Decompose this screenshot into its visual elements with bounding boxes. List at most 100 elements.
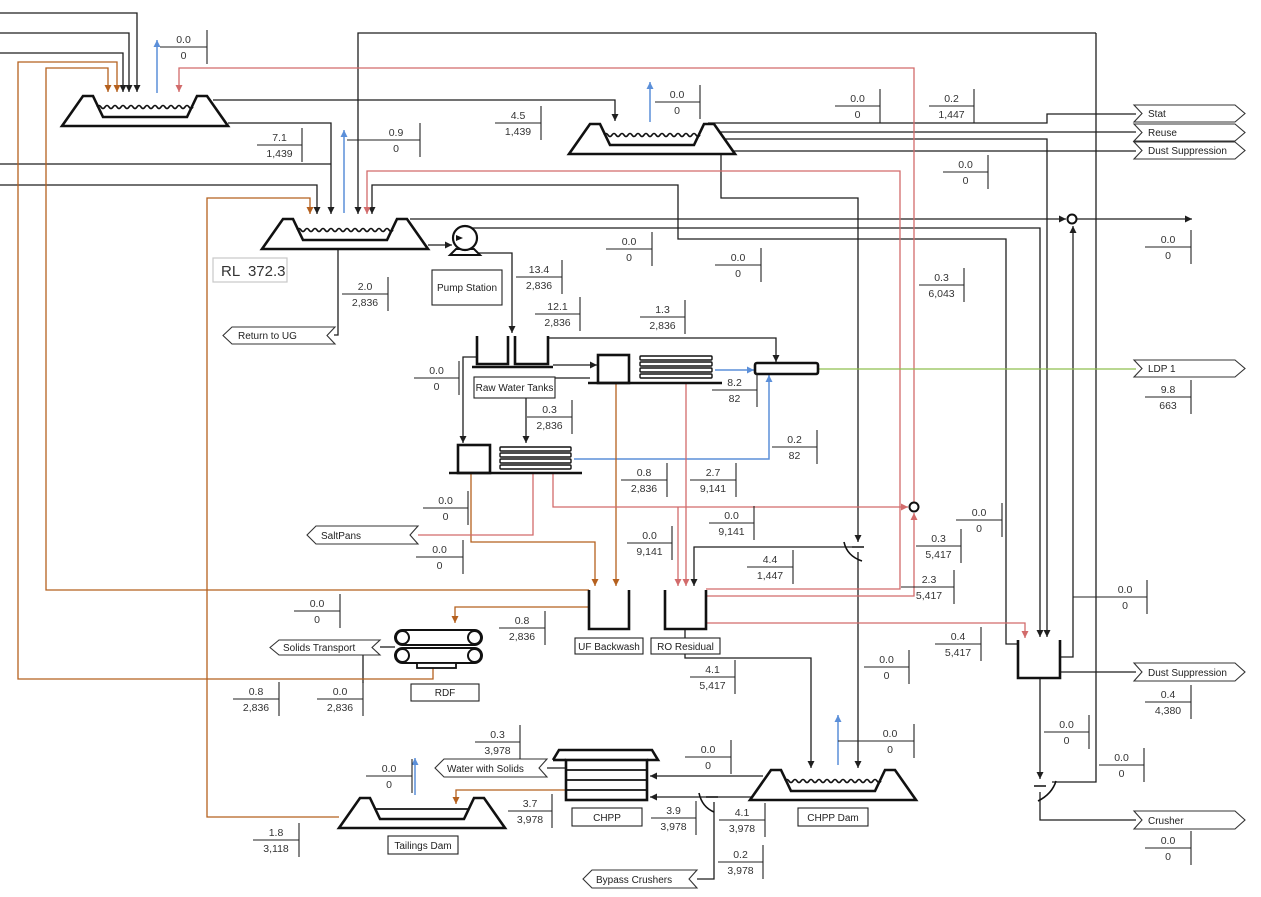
rdf-label: RDF	[410, 683, 480, 702]
water-pipe	[708, 113, 1136, 124]
flow-label: 2.7 9,141	[690, 463, 737, 497]
flow-label-lower-value: 5,417	[699, 680, 725, 692]
flow-label-lower-value: 3,978	[484, 745, 510, 757]
rdf-conveyor-icon	[394, 629, 483, 669]
flow-label-upper-value: 0.8	[515, 615, 530, 627]
water-pipe	[1052, 33, 1097, 783]
flow-label-upper-value: 0.0	[382, 763, 397, 775]
flow-label: 0.0 9,141	[627, 526, 673, 560]
flow-label-upper-value: 0.0	[432, 544, 447, 556]
outlet-crusher: Crusher	[1132, 810, 1246, 830]
flow-label: 0.00	[416, 540, 464, 574]
brine-pipe	[418, 473, 534, 536]
flow-label-upper-value: 4.5	[511, 110, 526, 122]
flow-label-lower-value: 0	[1122, 600, 1128, 612]
outlet-stat: Stat	[1132, 104, 1246, 123]
flow-label-lower-value: 1,447	[938, 109, 964, 121]
flow-label-upper-value: 0.0	[310, 598, 325, 610]
flow-label-lower-value: 1,439	[505, 126, 531, 138]
flow-label-lower-value: 0	[314, 614, 320, 626]
outlet-water-with-solids-text: Water with Solids	[447, 764, 524, 775]
flow-label-lower-value: 0	[1165, 851, 1171, 863]
water-pipe	[459, 356, 477, 443]
flow-label: 0.3 6,043	[919, 268, 965, 302]
flow-label: 0.00	[1099, 748, 1145, 782]
flow-label-upper-value: 0.0	[724, 510, 739, 522]
flow-label-upper-value: 0.2	[787, 434, 802, 446]
sludge-pipe	[206, 197, 339, 818]
flow-label: 4.4 1,447	[747, 550, 794, 584]
outlet-return-to-ug-text: Return to UG	[238, 331, 297, 342]
flow-label: 2.3 5,417	[901, 570, 955, 604]
water-pipe	[1039, 792, 1136, 821]
flow-label-lower-value: 5,417	[945, 647, 971, 659]
flow-label-upper-value: 0.3	[934, 272, 949, 284]
flow-label-lower-value: 82	[729, 393, 741, 405]
flow-label-lower-value: 0	[976, 523, 982, 535]
outlet-dust-suppression-bottom: Dust Suppression	[1132, 662, 1246, 682]
water-pipe	[334, 248, 339, 336]
flow-label-upper-value: 0.0	[850, 93, 865, 105]
flow-label-lower-value: 0	[855, 109, 861, 121]
process-water-tank-icon	[1016, 640, 1062, 680]
flow-label-upper-value: 4.1	[735, 807, 750, 819]
ro-residual-label: RO Residual	[650, 637, 721, 655]
flow-label-lower-value: 663	[1159, 400, 1177, 412]
flow-label-lower-value: 6,043	[928, 288, 954, 300]
flow-label-lower-value: 3,978	[660, 821, 686, 833]
valve-icon	[843, 541, 864, 562]
flow-label-lower-value: 0	[1119, 768, 1125, 780]
outlet-crusher-text: Crusher	[1148, 816, 1184, 827]
flow-label: 0.00	[655, 85, 701, 119]
flow-label-lower-value: 0	[963, 175, 969, 187]
sludge-pipe	[17, 61, 434, 680]
rl-elevation-label: RL 372.3	[212, 257, 288, 283]
water-balance-flow-diagram: RL 372.3 Pump Station Raw Water Tanks UF…	[0, 12, 1246, 889]
flow-label-lower-value: 2,836	[509, 631, 535, 643]
brine-pipe	[363, 170, 901, 590]
flow-label-lower-value: 0	[393, 143, 399, 155]
outlet-solids-transport: Solids Transport	[269, 639, 382, 656]
flow-label-upper-value: 0.0	[731, 252, 746, 264]
junction-node	[908, 501, 920, 513]
flow-label-upper-value: 3.7	[523, 798, 538, 810]
flow-label: 0.00	[1145, 230, 1192, 264]
flow-label-upper-value: 0.0	[438, 495, 453, 507]
chpp-dam-text: CHPP Dam	[807, 813, 859, 824]
flow-label: 0.8 2,836	[233, 682, 280, 716]
flow-label-lower-value: 2,836	[631, 483, 657, 495]
flow-label-upper-value: 0.9	[389, 127, 404, 139]
storage-dam-2	[260, 217, 430, 251]
flow-label: 0.00	[423, 491, 469, 525]
raw-water-tanks-text: Raw Water Tanks	[476, 383, 554, 394]
uf-backwash-text: UF Backwash	[578, 642, 640, 653]
flow-label: 0.00	[294, 594, 341, 628]
water-pipe	[720, 155, 862, 542]
flow-label-lower-value: 0	[443, 511, 449, 523]
chpp-text: CHPP	[593, 813, 621, 824]
flow-label: 0.3 3,978	[475, 725, 521, 759]
flow-label: 0.4 5,417	[935, 627, 982, 661]
raw-water-tanks-label: Raw Water Tanks	[473, 376, 556, 399]
flow-label-upper-value: 2.3	[922, 574, 937, 586]
outlet-bypass-crushers: Bypass Crushers	[582, 869, 699, 889]
flow-label-upper-value: 4.4	[763, 554, 778, 566]
uf-backwash-tank-icon	[587, 590, 631, 631]
outlet-water-with-solids: Water with Solids	[434, 758, 549, 778]
flow-label-upper-value: 0.0	[670, 89, 685, 101]
uf-ro-train-upper	[588, 353, 722, 385]
flow-label-upper-value: 0.8	[637, 467, 652, 479]
tailings-dam-label: Tailings Dam	[387, 835, 459, 855]
flow-label-upper-value: 0.4	[1161, 689, 1176, 701]
flow-label: 0.00	[956, 503, 1003, 537]
flow-label-lower-value: 0	[437, 560, 443, 572]
pump-icon	[447, 224, 483, 256]
flow-label: 8.282	[712, 373, 758, 407]
flow-label: 0.2 3,978	[718, 845, 764, 879]
flow-label-lower-value: 3,978	[727, 865, 753, 877]
flow-label-upper-value: 0.2	[944, 93, 959, 105]
flow-label-lower-value: 2,836	[526, 280, 552, 292]
outlet-bypass-crushers-text: Bypass Crushers	[596, 875, 672, 886]
junction-node	[1066, 213, 1078, 225]
flow-label: 0.00	[1044, 715, 1090, 749]
